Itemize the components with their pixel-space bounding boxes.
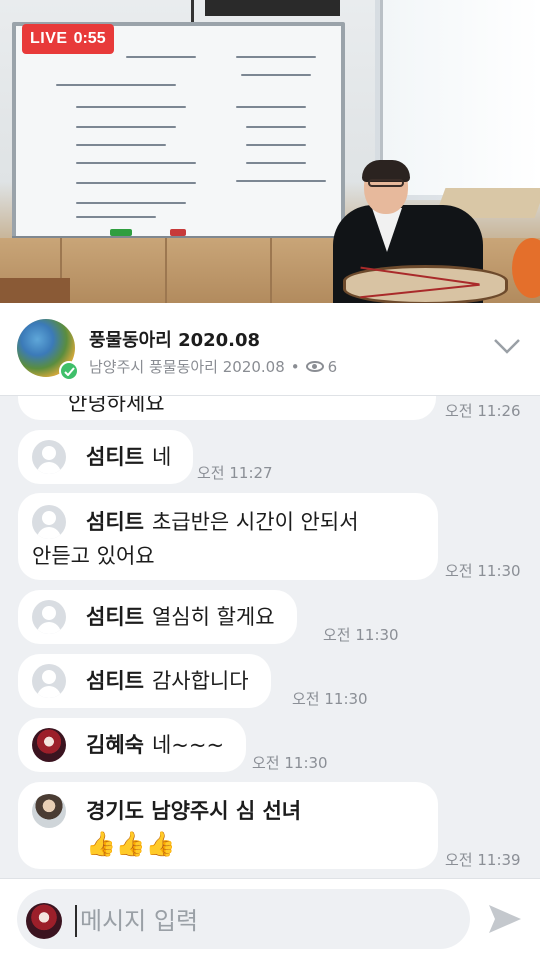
message-time: 오전 11:39: [445, 851, 521, 869]
marker: [170, 229, 186, 236]
profile-photo[interactable]: [32, 794, 66, 828]
message-bubble: 김혜숙 네~~~: [18, 718, 247, 772]
message-input-bar: 메시지 입력: [0, 878, 540, 960]
live-label: LIVE: [30, 30, 68, 47]
message-time: 오전 11:26: [445, 402, 521, 420]
default-avatar[interactable]: [32, 440, 66, 474]
message-bubble: 섬티트 네: [18, 430, 194, 484]
live-badge: LIVE 0:55: [22, 24, 114, 54]
profile-photo[interactable]: [32, 728, 66, 762]
room-subtitle: 남양주시 풍물동아리 2020.08: [89, 358, 285, 376]
viewer-count: 6: [327, 357, 338, 376]
nickname[interactable]: 김혜숙: [86, 733, 144, 757]
message-text: 김혜숙 네~~~: [86, 733, 225, 757]
message-time: 오전 11:30: [292, 690, 368, 708]
message-bubble: 섬티트 감사합니다: [18, 654, 271, 708]
nickname[interactable]: 경기도 남양주시 심 선녀: [86, 799, 301, 823]
chat-message: 경기도 남양주시 심 선녀 👍👍👍: [18, 782, 438, 869]
nickname[interactable]: 섬티트: [86, 510, 144, 534]
message-bubble: 섬티트 열심히 할게요: [18, 590, 297, 644]
message-time: 오전 11:27: [197, 464, 273, 482]
message-text: 섬티트 감사합니다: [86, 669, 249, 693]
chevron-down-icon[interactable]: [493, 336, 521, 356]
ceiling-bar: [205, 0, 340, 16]
chat-list[interactable]: 안녕하세요 오전 11:26 섬티트 네 오전 11:27 섬티트 초급반은 시간이…: [0, 396, 540, 878]
marker: [110, 229, 132, 236]
room-subtitle-row: 남양주시 풍물동아리 2020.08 • 6: [89, 356, 337, 377]
nickname[interactable]: 섬티트: [86, 445, 144, 469]
room-header[interactable]: 풍물동아리 2020.08 남양주시 풍물동아리 2020.08 • 6: [0, 303, 540, 396]
message-bubble: 안녕하세요: [18, 396, 436, 420]
chat-message: 섬티트 네: [18, 430, 194, 484]
chat-message: 섬티트 열심히 할게요: [18, 590, 297, 644]
desk: [0, 278, 70, 303]
message-bubble: 경기도 남양주시 심 선녀 👍👍👍: [18, 782, 438, 869]
my-avatar[interactable]: [26, 903, 62, 939]
chat-message: 섬티트 감사합니다: [18, 654, 271, 708]
nickname[interactable]: 섬티트: [86, 605, 144, 629]
nickname[interactable]: 섬티트: [86, 669, 144, 693]
default-avatar[interactable]: [32, 664, 66, 698]
chat-message: 섬티트 초급반은 시간이 안되서 안듣고 있어요: [18, 493, 438, 580]
chat-message: 안녕하세요: [18, 396, 436, 420]
message-text: 섬티트 초급반은 시간이 안되서 안듣고 있어요: [32, 510, 359, 568]
input-placeholder: 메시지 입력: [80, 907, 199, 935]
message-text: 섬티트 열심히 할게요: [86, 605, 275, 629]
message-text: 경기도 남양주시 심 선녀 👍👍👍: [86, 794, 309, 862]
room-title: 풍물동아리 2020.08: [89, 330, 261, 351]
live-video[interactable]: LIVE 0:55: [0, 0, 540, 303]
send-icon[interactable]: [487, 903, 523, 935]
message-time: 오전 11:30: [252, 754, 328, 772]
message-text: 안녕하세요: [68, 396, 165, 415]
glasses: [368, 179, 404, 187]
message-bubble: 섬티트 초급반은 시간이 안되서 안듣고 있어요: [18, 493, 438, 580]
separator: •: [290, 357, 300, 376]
eye-icon: [305, 361, 324, 372]
text-caret: [75, 905, 77, 937]
live-elapsed-time: 0:55: [73, 30, 106, 47]
default-avatar[interactable]: [32, 505, 66, 539]
message-time: 오전 11:30: [323, 626, 399, 644]
message-time: 오전 11:30: [445, 562, 521, 580]
default-avatar[interactable]: [32, 600, 66, 634]
message-text: 섬티트 네: [86, 445, 172, 469]
thumbs-up-emoji: 👍👍👍: [86, 830, 176, 858]
whiteboard: [12, 22, 345, 240]
chat-message: 김혜숙 네~~~: [18, 718, 247, 772]
verified-badge-icon: [59, 361, 79, 381]
